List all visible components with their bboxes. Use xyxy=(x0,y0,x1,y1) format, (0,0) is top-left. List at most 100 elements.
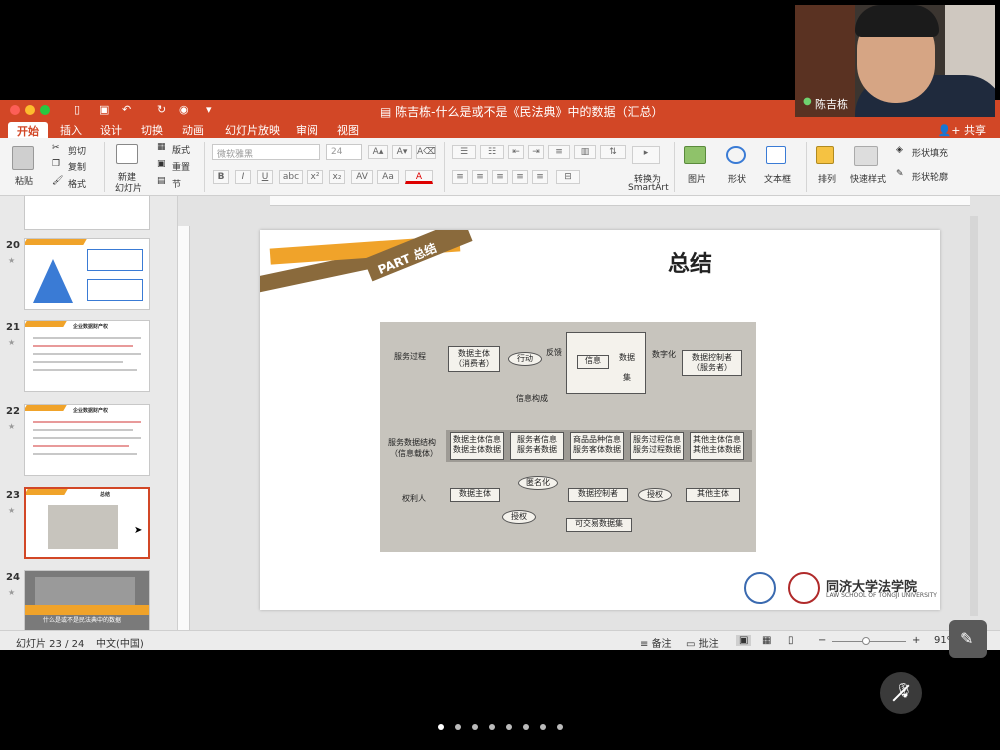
italic-button[interactable]: I xyxy=(235,170,251,184)
cut-icon[interactable]: ✂ xyxy=(52,143,60,153)
sorter-view-icon[interactable]: ▦ xyxy=(762,635,771,646)
comments-button[interactable]: ▭ 批注 xyxy=(686,635,719,650)
paste-button[interactable]: 粘贴 xyxy=(15,174,33,187)
normal-view-icon[interactable]: ▣ xyxy=(736,635,752,646)
undo-icon[interactable]: ↶ xyxy=(122,103,131,116)
decrease-font-icon[interactable]: A▾ xyxy=(392,145,412,159)
page-dot[interactable] xyxy=(523,724,529,730)
quick-styles-icon[interactable] xyxy=(854,146,878,166)
zoom-slider-handle[interactable] xyxy=(862,637,870,645)
align-right-icon[interactable]: ≡ xyxy=(492,170,508,184)
zoom-out-button[interactable]: − xyxy=(818,635,826,646)
page-dot[interactable] xyxy=(540,724,546,730)
font-name-select[interactable]: 微软雅黑 xyxy=(212,144,320,160)
video-tile[interactable]: ● 陈吉栋 xyxy=(795,5,995,117)
reset-icon[interactable]: ▣ xyxy=(157,159,166,169)
line-spacing-icon[interactable]: ≡ xyxy=(548,145,570,159)
page-dot[interactable] xyxy=(455,724,461,730)
strikethrough-button[interactable]: abc xyxy=(279,170,303,184)
redo-icon[interactable]: ↻ xyxy=(157,103,166,116)
new-slide-icon[interactable] xyxy=(116,144,138,164)
char-spacing-button[interactable]: AV xyxy=(351,170,373,184)
copy-icon[interactable]: ❐ xyxy=(52,159,60,169)
section-icon[interactable]: ▤ xyxy=(157,176,166,186)
layout-button[interactable]: 版式 xyxy=(172,143,190,156)
quick-styles-button[interactable]: 快速样式 xyxy=(850,172,886,185)
tab-transitions[interactable]: 切换 xyxy=(141,122,163,138)
increase-indent-icon[interactable]: ⇥ xyxy=(528,145,544,159)
mute-button[interactable]: 🎙 xyxy=(880,672,922,714)
distribute-icon[interactable]: ≡ xyxy=(532,170,548,184)
columns-icon[interactable]: ▥ xyxy=(574,145,596,159)
tab-insert[interactable]: 插入 xyxy=(60,122,82,138)
picture-icon[interactable] xyxy=(684,146,706,164)
scrollbar[interactable] xyxy=(970,216,978,616)
shapes-icon[interactable] xyxy=(726,146,746,164)
format-painter-icon[interactable]: 🖌 xyxy=(52,176,63,186)
page-dot[interactable] xyxy=(489,724,495,730)
minimize-button[interactable] xyxy=(25,105,35,115)
tab-design[interactable]: 设计 xyxy=(100,122,122,138)
slide-thumbnail-20[interactable] xyxy=(24,238,150,310)
language-indicator[interactable]: 中文(中国) xyxy=(96,635,144,650)
font-size-select[interactable]: 24 xyxy=(326,144,362,160)
save-icon[interactable]: ▣ xyxy=(99,103,109,116)
increase-font-icon[interactable]: A▴ xyxy=(368,145,388,159)
numbering-icon[interactable]: ☷ xyxy=(480,145,504,159)
zoom-button[interactable] xyxy=(40,105,50,115)
clear-format-icon[interactable]: A⌫ xyxy=(416,145,436,159)
shapes-button[interactable]: 形状 xyxy=(728,172,746,185)
present-icon[interactable]: ◉ xyxy=(179,103,189,116)
new-slide-label-2[interactable]: 幻灯片 xyxy=(115,181,142,194)
paste-icon[interactable] xyxy=(12,146,34,170)
page-dot[interactable] xyxy=(472,724,478,730)
shape-fill-icon[interactable]: ◈ xyxy=(896,145,903,155)
section-button[interactable]: 节 xyxy=(172,177,181,190)
align-text-icon[interactable]: ⊟ xyxy=(556,170,580,184)
tab-slideshow[interactable]: 幻灯片放映 xyxy=(225,122,280,138)
arrange-icon[interactable] xyxy=(816,146,834,164)
tab-animations[interactable]: 动画 xyxy=(182,122,204,138)
shape-fill-button[interactable]: 形状填充 xyxy=(912,146,948,159)
customize-toolbar-icon[interactable]: ▾ xyxy=(206,103,212,116)
superscript-button[interactable]: x² xyxy=(307,170,323,184)
annotate-button[interactable]: ✎ xyxy=(949,620,987,658)
convert-smartart-label-2[interactable]: SmartArt xyxy=(628,183,669,193)
justify-icon[interactable]: ≡ xyxy=(512,170,528,184)
underline-button[interactable]: U xyxy=(257,170,273,184)
bullets-icon[interactable]: ☰ xyxy=(452,145,476,159)
notes-button[interactable]: ≡ 备注 xyxy=(640,635,672,650)
slide-canvas[interactable]: PART 总结 总结 服务过程 服务数据结构 （信息载体） 权利人 数据主体 （… xyxy=(260,230,940,610)
shape-outline-icon[interactable]: ✎ xyxy=(896,169,904,179)
picture-button[interactable]: 图片 xyxy=(688,172,706,185)
slide-thumbnail-24[interactable]: 什么是或不是民法典中的数据 xyxy=(24,570,150,630)
slide-thumbnail-22[interactable]: 企业数据财产权 xyxy=(24,404,150,476)
format-painter-button[interactable]: 格式 xyxy=(68,177,86,190)
font-color-button[interactable]: A xyxy=(405,170,433,184)
cut-button[interactable]: 剪切 xyxy=(68,144,86,157)
slide-thumbnail-21[interactable]: 企业数据财产权 xyxy=(24,320,150,392)
page-dot[interactable] xyxy=(506,724,512,730)
tab-view[interactable]: 视图 xyxy=(337,122,359,138)
textbox-icon[interactable] xyxy=(766,146,786,164)
page-dot[interactable] xyxy=(438,724,444,730)
align-center-icon[interactable]: ≡ xyxy=(472,170,488,184)
reset-button[interactable]: 重置 xyxy=(172,160,190,173)
close-button[interactable] xyxy=(10,105,20,115)
sidebar-toggle-icon[interactable]: ▯ xyxy=(74,103,80,116)
share-button[interactable]: 👤+ 共享 xyxy=(938,122,986,138)
decrease-indent-icon[interactable]: ⇤ xyxy=(508,145,524,159)
shape-outline-button[interactable]: 形状轮廓 xyxy=(912,170,948,183)
tab-review[interactable]: 审阅 xyxy=(296,122,318,138)
slide-thumbnail-19[interactable] xyxy=(24,196,150,230)
subscript-button[interactable]: x₂ xyxy=(329,170,345,184)
layout-icon[interactable]: ▦ xyxy=(157,142,166,152)
copy-button[interactable]: 复制 xyxy=(68,160,86,173)
align-left-icon[interactable]: ≡ xyxy=(452,170,468,184)
arrange-button[interactable]: 排列 xyxy=(818,172,836,185)
text-direction-icon[interactable]: ⇅ xyxy=(600,145,626,159)
reading-view-icon[interactable]: ▯ xyxy=(788,635,794,646)
slide-thumbnail-23[interactable]: 总结 ➤ xyxy=(24,487,150,559)
zoom-in-button[interactable]: + xyxy=(912,635,920,646)
textbox-button[interactable]: 文本框 xyxy=(764,172,791,185)
